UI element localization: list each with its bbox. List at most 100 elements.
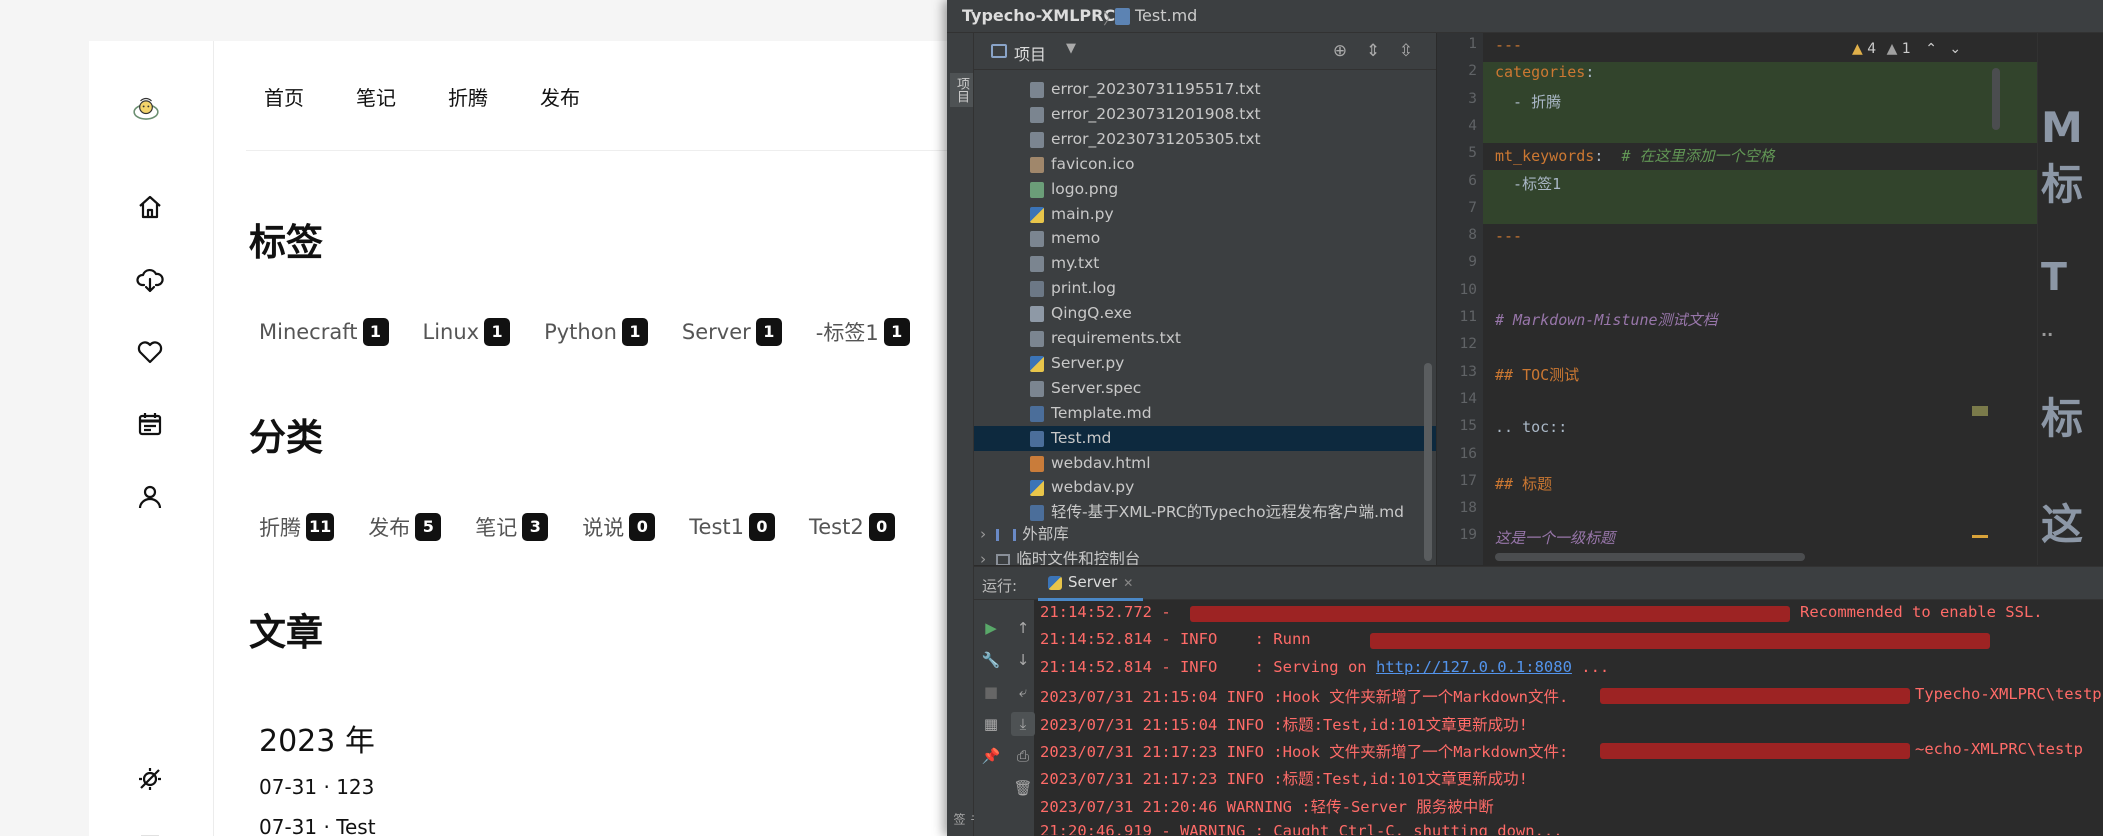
soft-wrap-icon[interactable]: ⤶ <box>1011 680 1035 704</box>
rerun-icon[interactable]: ▶ <box>979 616 1003 640</box>
file-tree-item[interactable]: main.py <box>974 202 1436 227</box>
file-tree-item[interactable]: webdav.html <box>974 451 1436 476</box>
run-tab-server[interactable]: Server ✕ <box>1038 567 1144 601</box>
category-item[interactable]: Test1 0 <box>689 513 775 541</box>
file-tree-item[interactable]: webdav.py <box>974 475 1436 500</box>
project-tool-button[interactable]: 项目 <box>950 73 973 107</box>
chevron-up-icon[interactable]: ⌃ <box>1925 41 1937 57</box>
category-item[interactable]: Test2 0 <box>809 513 895 541</box>
close-icon[interactable]: ✕ <box>1123 576 1133 590</box>
tags-title: 标签 <box>249 221 323 264</box>
file-tree-item[interactable]: requirements.txt <box>974 326 1436 351</box>
file-tree-item[interactable]: favicon.ico <box>974 152 1436 177</box>
theme-toggle-icon[interactable] <box>135 764 165 794</box>
tag-item[interactable]: Python 1 <box>544 318 648 346</box>
post-link[interactable]: 07-31 · 123 <box>259 775 374 799</box>
scratches-node[interactable]: › 临时文件和控制台 <box>980 547 1430 565</box>
expand-all-icon[interactable]: ⇕ <box>1363 41 1383 61</box>
code-token: mt_keywords <box>1495 147 1595 166</box>
file-tree-item[interactable]: Server.spec <box>974 376 1436 401</box>
editor-scrollbar[interactable] <box>1992 68 2000 130</box>
locate-icon[interactable]: ⊕ <box>1330 41 1350 61</box>
tag-name: Python <box>544 320 617 344</box>
code-editor[interactable]: 1 2 3 4 5 6 7 8 9 10 11 12 13 14 15 16 17 18 19 --- categor… <box>1437 33 2037 565</box>
menu-icon[interactable] <box>135 827 165 836</box>
warning-count: 4 <box>1867 41 1877 57</box>
tag-item[interactable]: Server 1 <box>682 318 782 346</box>
chevron-right-icon[interactable]: › <box>980 550 986 565</box>
file-tree-item[interactable]: print.log <box>974 276 1436 301</box>
nav-home[interactable]: 首页 <box>264 82 304 111</box>
line-number: 14 <box>1459 390 1477 407</box>
post-link[interactable]: 07-31 · Test <box>259 815 376 836</box>
arrow-up-icon[interactable]: ↑ <box>1011 616 1035 640</box>
file-name: Server.py <box>1051 353 1125 372</box>
file-tree-item[interactable]: Template.md <box>974 401 1436 426</box>
project-scrollbar[interactable] <box>1424 363 1432 561</box>
tag-item[interactable]: Linux 1 <box>423 318 511 346</box>
txt-file-icon <box>1030 331 1044 347</box>
category-item[interactable]: 折腾 11 <box>259 512 335 542</box>
html-file-icon <box>1030 455 1044 472</box>
warning-marker[interactable] <box>1972 535 1988 538</box>
pin-icon[interactable]: 📌 <box>979 744 1003 768</box>
inspection-widget[interactable]: ▲ 4 ▲ 1 ⌃ ⌄ <box>1852 41 1961 57</box>
nav-publish[interactable]: 发布 <box>540 82 580 111</box>
file-tree-item[interactable]: my.txt <box>974 251 1436 276</box>
console-output[interactable]: 21:14:52.772 - Recommended to enable SSL… <box>1040 603 2103 835</box>
arrow-down-icon[interactable]: ↓ <box>1011 648 1035 672</box>
external-libraries-node[interactable]: › 外部库 <box>980 522 1430 547</box>
file-tree-item[interactable]: error_20230731205305.txt <box>974 127 1436 152</box>
tag-name: -标签1 <box>815 321 879 345</box>
cloud-icon[interactable] <box>135 265 165 295</box>
category-name: Test2 <box>808 515 864 539</box>
stop-icon[interactable]: ■ <box>979 680 1003 704</box>
print-icon[interactable]: ⎙ <box>1011 744 1035 768</box>
file-tree-item[interactable]: Test.md <box>974 425 1436 451</box>
file-tree-item[interactable]: error_20230731195517.txt <box>974 77 1436 102</box>
line-number: 8 <box>1468 227 1477 244</box>
trash-icon[interactable]: 🗑 <box>1011 776 1035 800</box>
code-line: mt_keywords: # 在这里添加一个空格 <box>1495 145 1775 166</box>
line-number: 4 <box>1468 117 1477 134</box>
file-tree-item[interactable]: error_20230731201908.txt <box>974 102 1436 127</box>
tag-item[interactable]: Minecraft 1 <box>259 318 389 346</box>
tag-name: Minecraft <box>259 320 358 344</box>
project-panel-title[interactable]: 项目 <box>1014 41 1046 65</box>
warning-marker[interactable] <box>1972 406 1988 416</box>
chevron-down-icon[interactable]: ▼ <box>1066 41 1076 56</box>
project-name[interactable]: Typecho-XMLPRC <box>962 6 1115 25</box>
collapse-all-icon[interactable]: ⇳ <box>1396 41 1416 61</box>
heart-icon[interactable] <box>135 337 165 367</box>
logo-icon[interactable] <box>131 93 169 131</box>
redaction-mark <box>1600 743 1910 759</box>
blog-nav: 首页 笔记 折腾 发布 <box>264 82 632 111</box>
chevron-right-icon[interactable]: › <box>980 525 986 543</box>
code-line: ## 标题 <box>1495 473 1552 494</box>
file-tree-item[interactable]: QingQ.exe <box>974 301 1436 326</box>
redaction-mark <box>1370 633 1990 650</box>
server-url-link[interactable]: http://127.0.0.1:8080 <box>1376 658 1572 676</box>
category-item[interactable]: 笔记 3 <box>475 512 549 542</box>
user-icon[interactable] <box>135 482 165 512</box>
console-line: 2023/07/31 21:15:04 INFO :标题:Test,id:101… <box>1040 713 1528 735</box>
category-item[interactable]: 发布 5 <box>368 512 442 542</box>
scroll-to-end-icon[interactable]: ⤓ <box>1011 712 1035 736</box>
wrench-icon[interactable]: 🔧 <box>979 648 1003 672</box>
file-tree-item[interactable]: memo <box>974 226 1436 251</box>
file-tree-item[interactable]: logo.png <box>974 177 1436 202</box>
line-number: 6 <box>1468 172 1477 189</box>
nav-tinker[interactable]: 折腾 <box>448 82 488 111</box>
file-tree-item[interactable]: Server.py <box>974 351 1436 376</box>
horizontal-scrollbar[interactable] <box>1495 553 1805 561</box>
nav-notes[interactable]: 笔记 <box>356 82 396 111</box>
calendar-icon[interactable] <box>135 409 165 439</box>
line-number: 19 <box>1459 527 1477 544</box>
tag-item[interactable]: -标签1 1 <box>816 317 910 347</box>
chevron-down-icon[interactable]: ⌄ <box>1949 41 1961 57</box>
home-icon[interactable] <box>135 192 165 222</box>
open-file-name[interactable]: Test.md <box>1135 6 1197 25</box>
file-name: main.py <box>1051 204 1114 223</box>
category-item[interactable]: 说说 0 <box>582 512 656 542</box>
layout-icon[interactable]: ▦ <box>979 712 1003 736</box>
